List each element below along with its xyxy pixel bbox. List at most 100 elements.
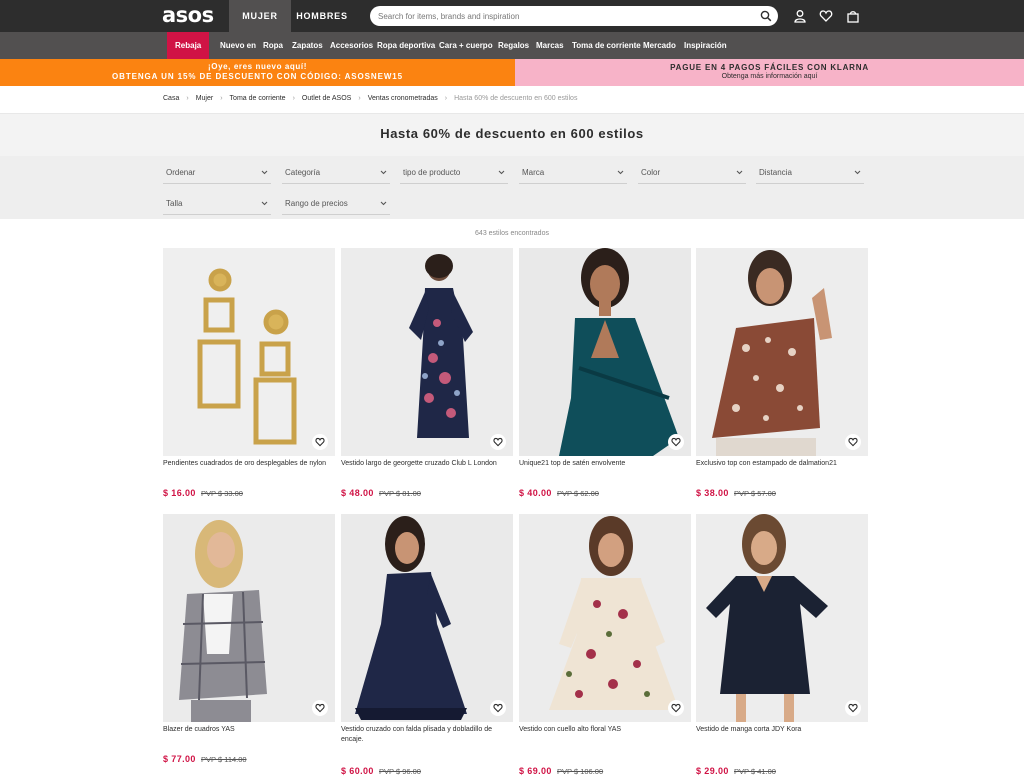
heart-icon bbox=[493, 437, 503, 447]
wishlist-button[interactable] bbox=[845, 434, 861, 450]
breadcrumb: Casa › Mujer › Toma de corriente › Outlet de A… bbox=[163, 95, 577, 102]
heart-icon bbox=[848, 437, 858, 447]
product-name[interactable]: Exclusivo top con estampado de dalmation… bbox=[696, 459, 868, 469]
nav-item-toma-de-corriente[interactable]: Toma de corriente bbox=[572, 32, 641, 59]
filter-label: Marca bbox=[522, 168, 545, 177]
product-name[interactable]: Vestido largo de georgette cruzado Club … bbox=[341, 459, 513, 469]
tab-mujer[interactable]: MUJER bbox=[229, 0, 291, 32]
nav-item-accesorios[interactable]: Accesorios bbox=[330, 32, 373, 59]
filter-label: Ordenar bbox=[166, 168, 196, 177]
product-name[interactable]: Pendientes cuadrados de oro desplegables… bbox=[163, 459, 335, 469]
promo-klarna-heading: PAGUE EN 4 PAGOS FÁCILES CON KLARNA bbox=[670, 63, 869, 72]
product-rrp: PVP $ 62.00 bbox=[557, 489, 599, 498]
nav-item-ropa[interactable]: Ropa bbox=[263, 32, 283, 59]
promo-banner-klarna[interactable]: PAGUE EN 4 PAGOS FÁCILES CON KLARNA Obte… bbox=[515, 59, 1024, 86]
asos-logo[interactable]: asos bbox=[162, 3, 214, 27]
product-name[interactable]: Blazer de cuadros YAS bbox=[163, 725, 335, 735]
filter-label: Talla bbox=[166, 199, 183, 208]
model-illustration bbox=[559, 248, 679, 456]
heart-icon bbox=[848, 703, 858, 713]
nav-item-nuevo-en[interactable]: Nuevo en bbox=[220, 32, 256, 59]
model-illustration bbox=[549, 516, 679, 710]
breadcrumb-item-casa[interactable]: Casa bbox=[163, 95, 179, 102]
breadcrumb-item-ventas[interactable]: Ventas cronometradas bbox=[368, 95, 438, 102]
product-price: $ 60.00 bbox=[341, 766, 374, 776]
breadcrumb-current: Hasta 60% de descuento en 600 estilos bbox=[454, 95, 578, 102]
product-price: $ 38.00 bbox=[696, 488, 729, 498]
product-image[interactable] bbox=[696, 248, 868, 456]
wishlist-button[interactable] bbox=[312, 434, 328, 450]
wishlist-button[interactable] bbox=[312, 700, 328, 716]
search-bar bbox=[370, 6, 778, 26]
product-price: $ 16.00 bbox=[163, 488, 196, 498]
breadcrumb-separator: › bbox=[444, 95, 448, 102]
top-bar: asos MUJER HOMBRES bbox=[0, 0, 1024, 32]
filter-label: Color bbox=[641, 168, 661, 177]
product-image[interactable] bbox=[341, 248, 513, 456]
product-rrp: PVP $ 41.00 bbox=[734, 767, 776, 776]
wishlist-button[interactable] bbox=[845, 700, 861, 716]
title-band: Hasta 60% de descuento en 600 estilos bbox=[0, 113, 1024, 156]
model-illustration bbox=[706, 514, 828, 722]
search-input[interactable] bbox=[378, 9, 748, 23]
chevron-down-icon bbox=[380, 201, 387, 206]
tab-hombres[interactable]: HOMBRES bbox=[291, 0, 353, 32]
nav-item-ropa-deportiva[interactable]: Ropa deportiva bbox=[377, 32, 435, 59]
product-name[interactable]: Unique21 top de satén envolvente bbox=[519, 459, 691, 469]
product-image[interactable] bbox=[163, 248, 335, 456]
product-rrp: PVP $ 106.00 bbox=[557, 767, 604, 776]
filter-distancia[interactable]: Distancia bbox=[756, 162, 864, 184]
promo-klarna-link[interactable]: Obtenga más información aquí bbox=[515, 73, 1024, 80]
filter-rango-de-precios[interactable]: Rango de precios bbox=[282, 193, 390, 215]
account-icon[interactable] bbox=[793, 9, 807, 23]
wishlist-button[interactable] bbox=[668, 700, 684, 716]
product-name[interactable]: Vestido con cuello alto floral YAS bbox=[519, 725, 691, 735]
nav-item-zapatos[interactable]: Zapatos bbox=[292, 32, 323, 59]
bag-icon[interactable] bbox=[846, 9, 860, 23]
product-rrp: PVP $ 81.00 bbox=[379, 489, 421, 498]
filter-categoria[interactable]: Categoría bbox=[282, 162, 390, 184]
product-price: $ 48.00 bbox=[341, 488, 374, 498]
breadcrumb-item-outlet[interactable]: Outlet de ASOS bbox=[302, 95, 351, 102]
filter-color[interactable]: Color bbox=[638, 162, 746, 184]
heart-icon bbox=[671, 437, 681, 447]
filter-label: Distancia bbox=[759, 168, 792, 177]
nav-item-cara-cuerpo[interactable]: Cara + cuerpo bbox=[439, 32, 493, 59]
product-price: $ 77.00 bbox=[163, 754, 196, 764]
breadcrumb-item-toma-de-corriente[interactable]: Toma de corriente bbox=[230, 95, 286, 102]
product-image[interactable] bbox=[519, 248, 691, 456]
wishlist-button[interactable] bbox=[490, 434, 506, 450]
page-title: Hasta 60% de descuento en 600 estilos bbox=[380, 126, 644, 141]
wishlist-button[interactable] bbox=[490, 700, 506, 716]
product-price: $ 69.00 bbox=[519, 766, 552, 776]
earrings-illustration bbox=[197, 268, 297, 445]
nav-item-rebaja[interactable]: Rebaja bbox=[167, 32, 210, 59]
product-name[interactable]: Vestido de manga corta JDY Kora bbox=[696, 725, 868, 735]
nav-item-mercado[interactable]: Mercado bbox=[643, 32, 676, 59]
heart-icon[interactable] bbox=[819, 9, 833, 23]
wishlist-button[interactable] bbox=[668, 434, 684, 450]
product-image[interactable] bbox=[341, 514, 513, 722]
filter-tipo-de-producto[interactable]: tipo de producto bbox=[400, 162, 508, 184]
breadcrumb-separator: › bbox=[292, 95, 295, 102]
breadcrumb-separator: › bbox=[186, 95, 189, 102]
filter-marca[interactable]: Marca bbox=[519, 162, 627, 184]
product-rrp: PVP $ 96.00 bbox=[379, 767, 421, 776]
product-name[interactable]: Vestido cruzado con falda plisada y dobl… bbox=[341, 725, 513, 745]
nav-item-inspiracion[interactable]: Inspiración bbox=[684, 32, 727, 59]
filter-talla[interactable]: Talla bbox=[163, 193, 271, 215]
search-icon[interactable] bbox=[760, 10, 772, 22]
promo-banner-discount[interactable]: ¡Oye, eres nuevo aquí! OBTENGA UN 15% DE… bbox=[0, 59, 515, 86]
heart-icon bbox=[315, 437, 325, 447]
results-count: 643 estilos encontrados bbox=[475, 230, 549, 237]
filter-label: Rango de precios bbox=[285, 199, 348, 208]
model-illustration bbox=[179, 520, 267, 722]
product-image[interactable] bbox=[519, 514, 691, 722]
product-image[interactable] bbox=[696, 514, 868, 722]
nav-item-marcas[interactable]: Marcas bbox=[536, 32, 564, 59]
filter-ordenar[interactable]: Ordenar bbox=[163, 162, 271, 184]
product-image[interactable] bbox=[163, 514, 335, 722]
chevron-down-icon bbox=[854, 170, 861, 175]
breadcrumb-item-mujer[interactable]: Mujer bbox=[196, 95, 214, 102]
nav-item-regalos[interactable]: Regalos bbox=[498, 32, 529, 59]
